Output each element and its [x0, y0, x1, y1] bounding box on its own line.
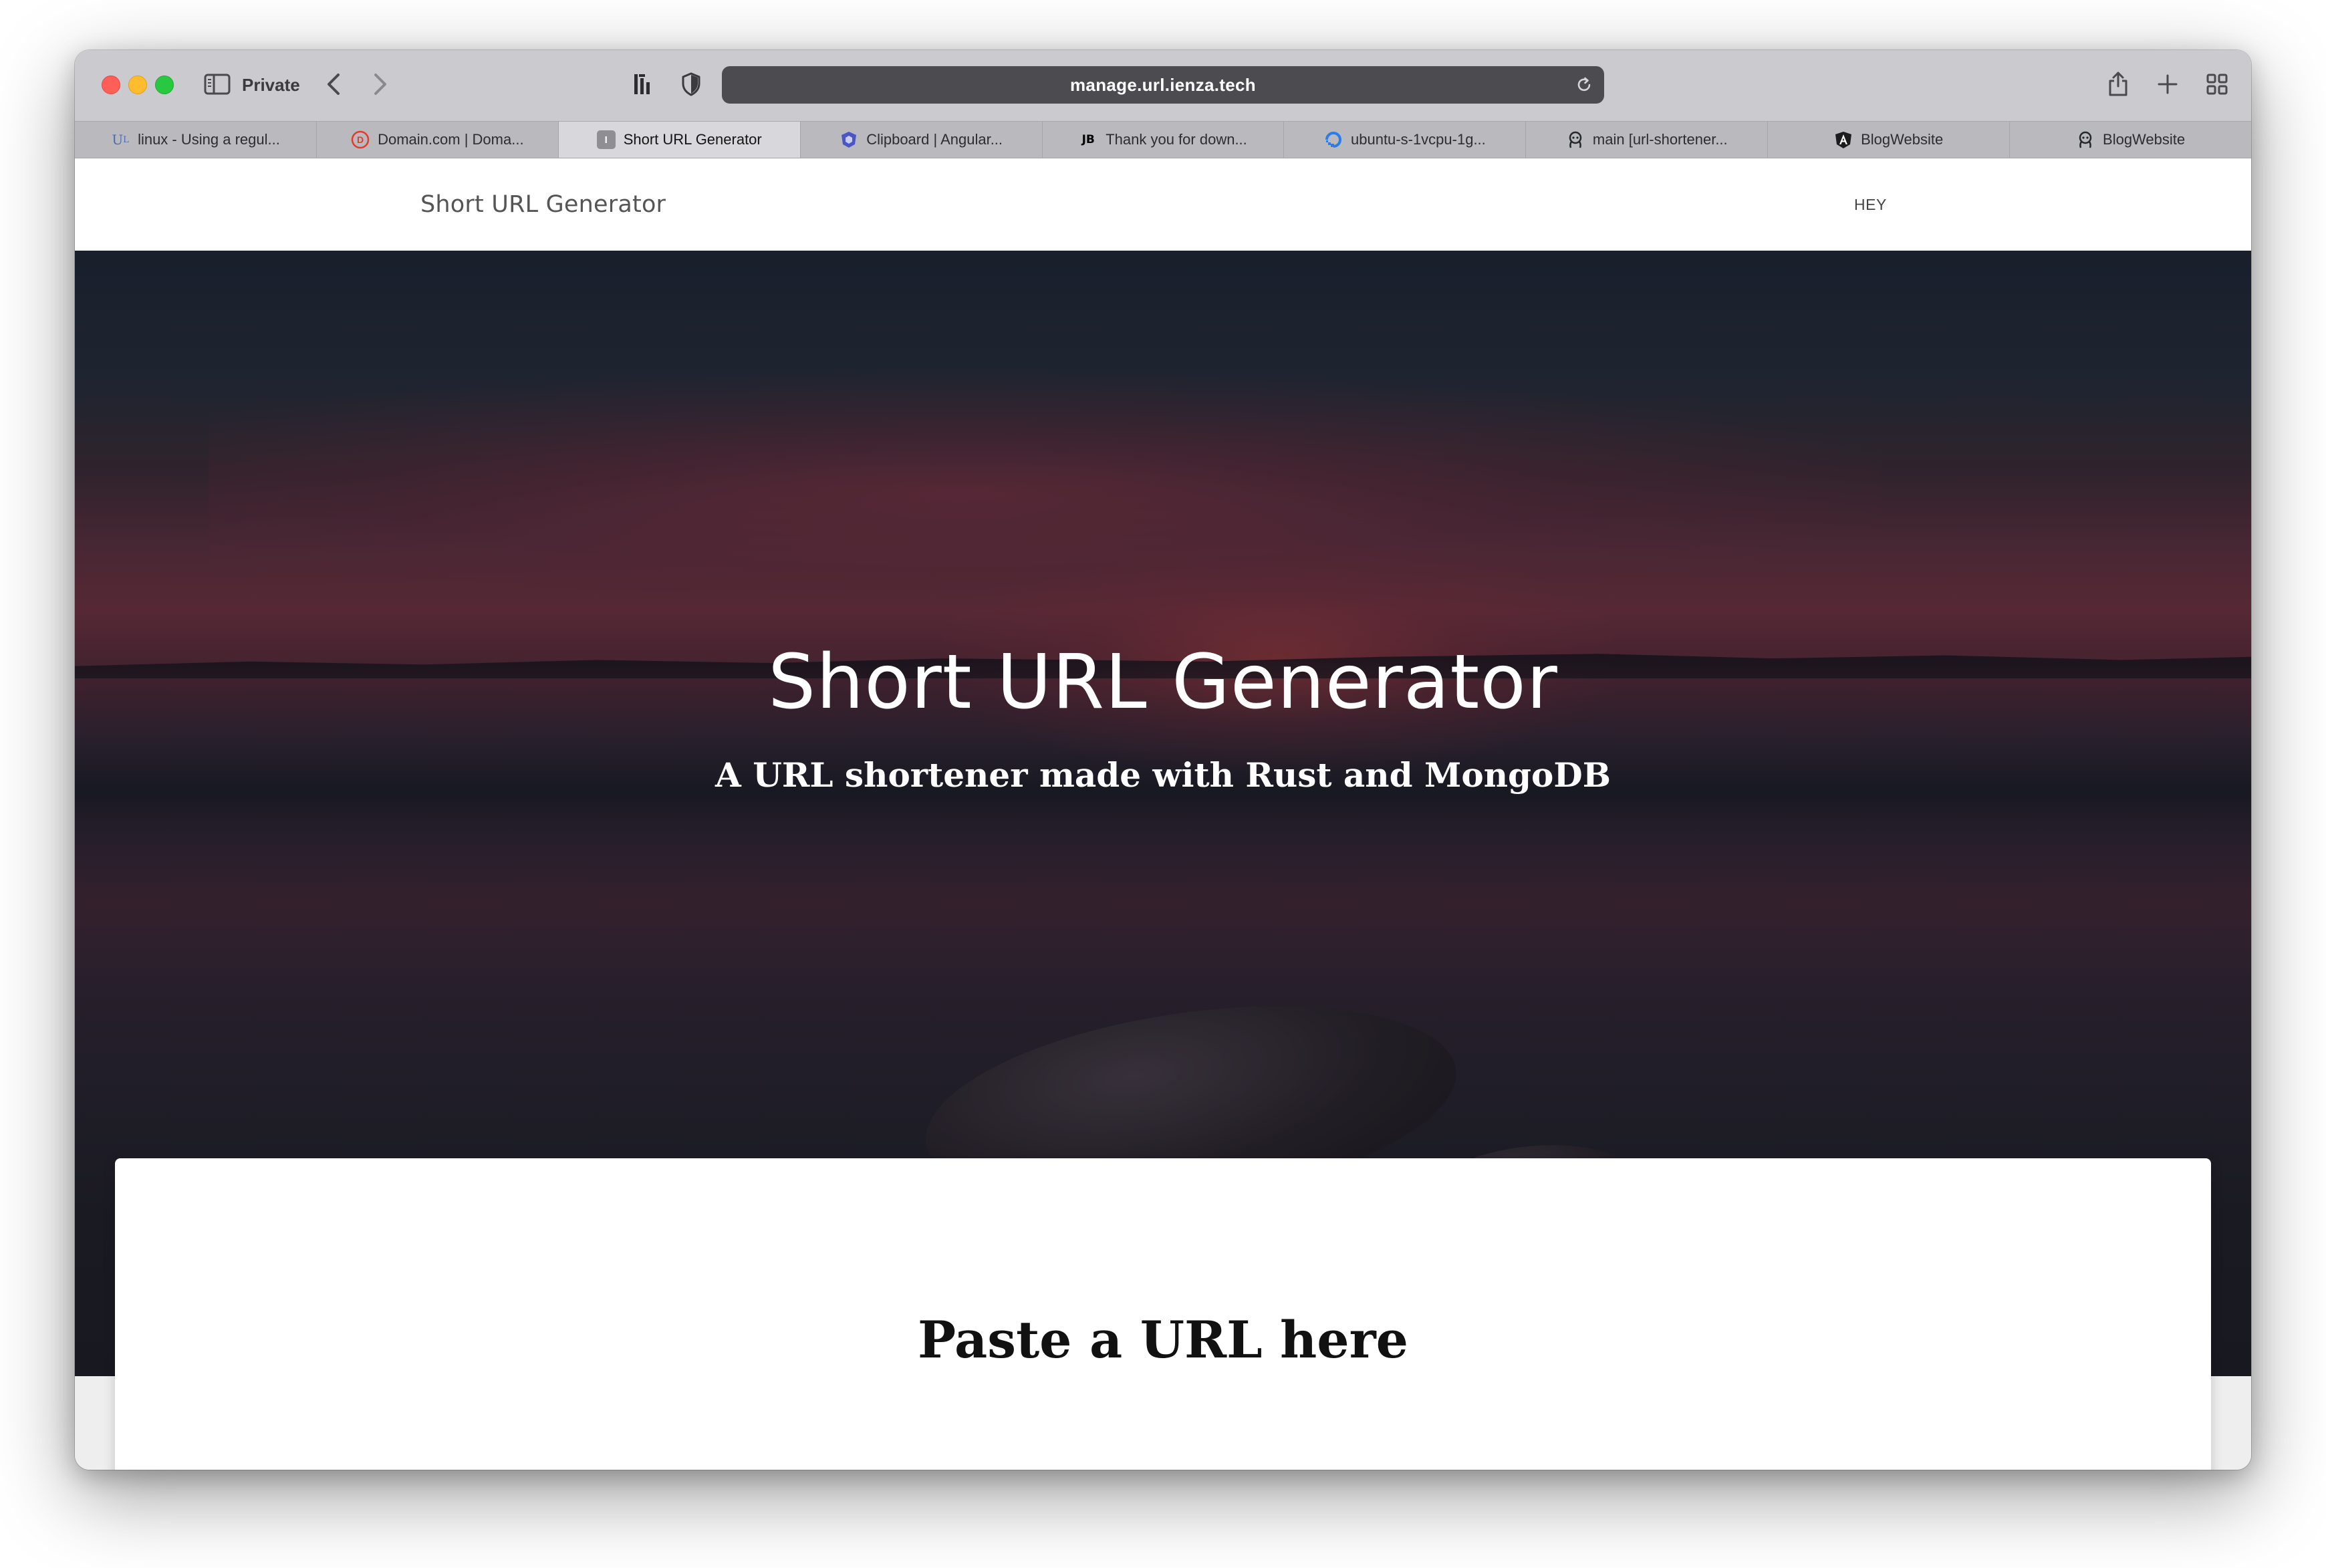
browser-tab[interactable]: UL linux - Using a regul... — [75, 122, 317, 158]
tab-title: Short URL Generator — [623, 131, 762, 148]
browser-tab[interactable]: D Domain.com | Doma... — [317, 122, 559, 158]
angular-shield-icon — [839, 130, 858, 149]
jetbrains-icon: JB — [1081, 133, 1095, 146]
reload-icon[interactable] — [1573, 74, 1595, 96]
browser-tab[interactable]: Clipboard | Angular... — [801, 122, 1043, 158]
private-mode-label: Private — [242, 75, 300, 95]
angular-a-icon — [1834, 130, 1853, 149]
browser-window: Private manage.url.ienza.tech U L linux … — [75, 50, 2251, 1470]
address-bar[interactable]: manage.url.ienza.tech — [722, 66, 1604, 104]
extension-icon[interactable] — [628, 69, 658, 100]
site-brand-link[interactable]: Short URL Generator — [420, 158, 666, 251]
minimize-window-button[interactable] — [128, 76, 147, 94]
browser-tab[interactable]: main [url-shortener... — [1526, 122, 1769, 158]
forward-chevron-icon[interactable] — [368, 70, 393, 98]
browser-tab[interactable]: BlogWebsite — [1768, 122, 2011, 158]
unix-linux-icon: UL — [112, 132, 129, 148]
digitalocean-icon — [1324, 130, 1343, 149]
browser-tab[interactable]: ubuntu-s-1vcpu-1g... — [1284, 122, 1527, 158]
tab-title: Domain.com | Doma... — [378, 131, 524, 148]
zoom-window-button[interactable] — [155, 76, 174, 94]
hero-subtitle: A URL shortener made with Rust and Mongo… — [715, 755, 1611, 795]
tab-strip: UL linux - Using a regul... D Domain.com… — [75, 121, 2251, 158]
sidebar-toggle-icon[interactable] — [203, 72, 231, 97]
browser-tab[interactable]: BlogWebsite — [2010, 122, 2251, 158]
privacy-shield-icon[interactable] — [676, 69, 706, 100]
browser-tab-active[interactable]: I Short URL Generator — [558, 122, 801, 158]
card-heading: Paste a URL here — [917, 1310, 1409, 1369]
back-chevron-icon[interactable] — [321, 70, 346, 98]
svg-text:D: D — [357, 134, 364, 145]
github-octocat-icon — [1566, 130, 1585, 149]
web-page: Short URL Generator HEY Short URL Genera… — [75, 158, 2251, 1470]
hero-title: Short URL Generator — [768, 639, 1558, 726]
site-navbar: Short URL Generator HEY — [75, 158, 2251, 251]
tab-overview-icon[interactable] — [2203, 70, 2231, 98]
browser-tab[interactable]: JB Thank you for down... — [1043, 122, 1285, 158]
new-tab-plus-icon[interactable] — [2154, 70, 2182, 98]
close-window-button[interactable] — [102, 76, 120, 94]
share-icon[interactable] — [2104, 68, 2132, 100]
domain-com-icon: D — [351, 130, 370, 149]
tab-title: Clipboard | Angular... — [866, 131, 1003, 148]
tab-title: linux - Using a regul... — [138, 131, 280, 148]
tab-title: main [url-shortener... — [1592, 131, 1728, 148]
tab-title: ubuntu-s-1vcpu-1g... — [1351, 131, 1486, 148]
url-input-card: Paste a URL here — [115, 1158, 2211, 1470]
github-octocat-icon — [2076, 130, 2095, 149]
tab-title: Thank you for down... — [1106, 131, 1247, 148]
site-letter-icon: I — [596, 130, 616, 149]
browser-toolbar: Private manage.url.ienza.tech — [75, 50, 2251, 121]
tab-title: BlogWebsite — [1861, 131, 1944, 148]
address-text: manage.url.ienza.tech — [1070, 75, 1256, 95]
nav-link-hey[interactable]: HEY — [1854, 158, 1887, 251]
tab-title: BlogWebsite — [2103, 131, 2186, 148]
